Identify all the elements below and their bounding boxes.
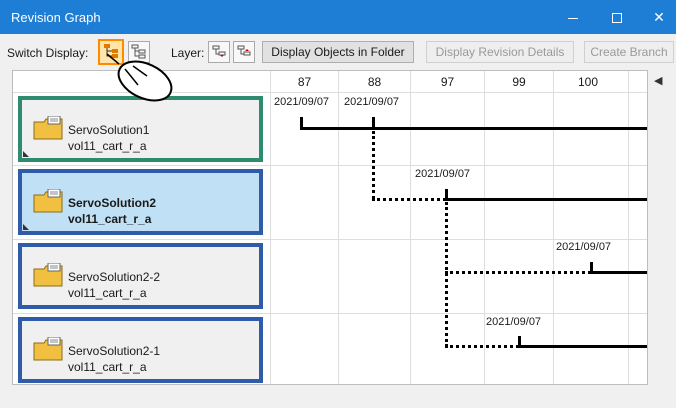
graph-branch-line — [445, 198, 647, 201]
project-folder-icon — [33, 116, 63, 140]
revision-row-servosolution2[interactable]: ServoSolution2 vol11_cart_r_a — [18, 169, 263, 235]
revision-date: 2021/09/07 — [556, 241, 612, 253]
grid-divider — [270, 71, 271, 384]
revision-date: 2021/09/07 — [274, 96, 330, 108]
expand-corner-icon — [23, 224, 29, 230]
column-header-99: 99 — [512, 75, 526, 89]
revision-row-servosolution1[interactable]: ServoSolution1 vol11_cart_r_a — [18, 96, 263, 162]
column-header-97: 97 — [440, 75, 455, 89]
layer-down-icon — [212, 45, 226, 57]
project-folder-icon — [33, 189, 63, 213]
grid-divider — [628, 71, 629, 384]
switch-display-label: Switch Display: — [7, 46, 89, 60]
graph-dotted-connector — [445, 345, 519, 348]
layer-down-button[interactable] — [208, 41, 230, 63]
maximize-icon — [612, 13, 622, 24]
graph-node-tick — [372, 117, 375, 127]
window-title: Revision Graph — [11, 10, 101, 25]
grid-divider — [13, 313, 647, 314]
revision-project: vol11_cart_r_a — [68, 286, 147, 300]
graph-dotted-connector — [372, 131, 375, 199]
column-header-100: 100 — [577, 75, 599, 89]
revision-label: ServoSolution2 vol11_cart_r_a — [68, 195, 156, 227]
create-branch-button[interactable]: Create Branch — [584, 41, 674, 63]
title-bar: Revision Graph ✕ — [0, 0, 676, 34]
graph-dotted-connector — [445, 271, 591, 274]
project-folder-icon — [33, 263, 63, 287]
grid-divider — [338, 71, 339, 384]
toolbar: Switch Display: Layer: Display Objects i… — [0, 34, 676, 68]
revision-graph-grid: Rev 87 88 97 99 100 ServoSolution1 vol11… — [12, 70, 648, 385]
grid-divider — [484, 71, 485, 384]
revision-label: ServoSolution2-2 vol11_cart_r_a — [68, 269, 160, 301]
revision-project: vol11_cart_r_a — [68, 139, 147, 153]
revision-name: ServoSolution1 — [68, 123, 150, 137]
revision-date: 2021/09/07 — [415, 168, 471, 180]
graph-branch-line — [300, 127, 647, 130]
mouse-cursor-icon — [106, 53, 173, 102]
revision-date: 2021/09/07 — [486, 316, 542, 328]
close-button[interactable]: ✕ — [640, 0, 676, 34]
grid-divider — [13, 239, 647, 240]
expand-corner-icon — [23, 151, 29, 157]
revision-row-servosolution2-1[interactable]: ServoSolution2-1 vol11_cart_r_a — [18, 317, 263, 383]
revision-row-servosolution2-2[interactable]: ServoSolution2-2 vol11_cart_r_a — [18, 243, 263, 309]
revision-name: ServoSolution2-1 — [68, 344, 161, 358]
revision-name: ServoSolution2-2 — [68, 270, 161, 284]
column-header-88: 88 — [367, 75, 382, 89]
close-icon: ✕ — [653, 9, 665, 25]
grid-divider — [410, 71, 411, 384]
project-folder-icon — [33, 337, 63, 361]
graph-branch-line — [590, 271, 647, 274]
column-header-87: 87 — [297, 75, 312, 89]
revision-date: 2021/09/07 — [344, 96, 400, 108]
minimize-button[interactable] — [554, 0, 592, 34]
revision-project: vol11_cart_r_a — [68, 360, 147, 374]
revision-label: ServoSolution2-1 vol11_cart_r_a — [68, 343, 160, 375]
grid-divider — [13, 165, 647, 166]
graph-branch-line — [518, 345, 647, 348]
display-objects-in-folder-button[interactable]: Display Objects in Folder — [262, 41, 414, 63]
revision-project: vol11_cart_r_a — [68, 212, 152, 226]
grid-divider — [553, 71, 554, 384]
minimize-icon — [568, 17, 578, 19]
revision-label: ServoSolution1 vol11_cart_r_a — [68, 122, 149, 154]
graph-dotted-connector — [372, 198, 446, 201]
maximize-button[interactable] — [598, 0, 636, 34]
layer-up-icon — [237, 45, 251, 56]
display-revision-details-button[interactable]: Display Revision Details — [426, 41, 574, 63]
graph-dotted-connector — [445, 202, 448, 347]
layer-up-button[interactable] — [233, 41, 255, 63]
scroll-left-icon[interactable]: ◀ — [654, 74, 662, 87]
revision-name: ServoSolution2 — [68, 196, 157, 210]
